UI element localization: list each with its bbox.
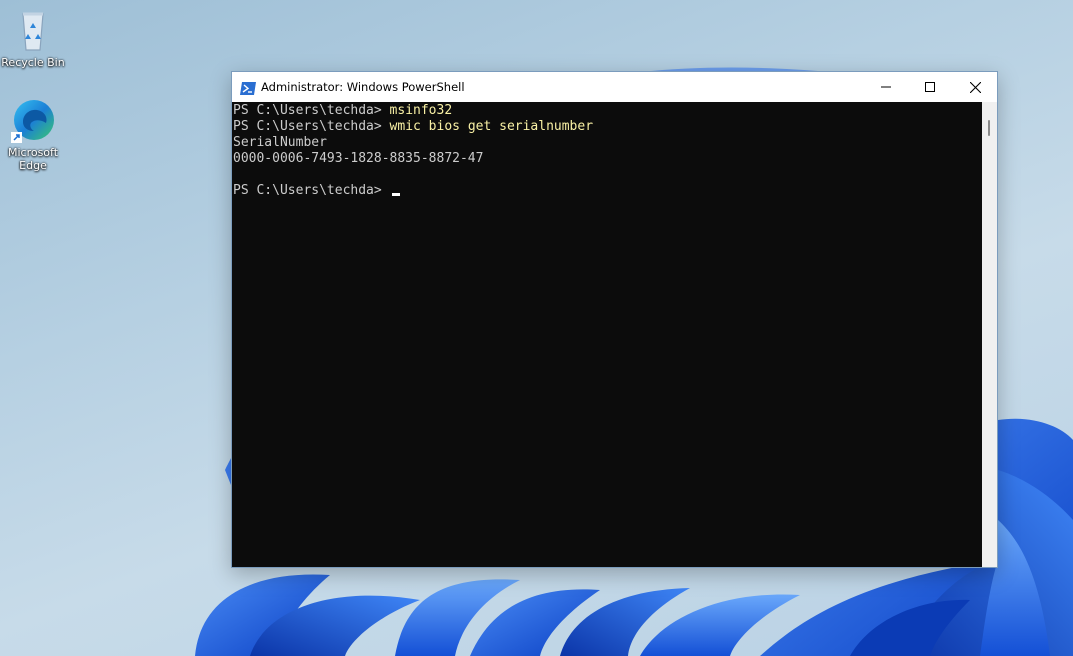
- desktop-icon-label: Recycle Bin: [1, 56, 65, 69]
- minimize-button[interactable]: [863, 72, 909, 102]
- console-line: PS C:\Users\techda> wmic bios get serial…: [233, 119, 593, 135]
- close-button[interactable]: [952, 72, 998, 102]
- console-line: 0000-0006-7493-1828-8835-8872-47: [233, 151, 484, 166]
- title-bar[interactable]: Administrator: Windows PowerShell: [232, 72, 997, 102]
- recycle-bin-icon: [9, 6, 57, 54]
- close-icon: [969, 81, 981, 93]
- desktop-icon-label-line1: Microsoft: [7, 146, 59, 159]
- edge-icon: [9, 96, 57, 144]
- text-cursor: [391, 193, 400, 196]
- console-output: PS C:\Users\techda> msinfo32 PS C:\Users\…: [233, 103, 593, 199]
- desktop-icon-label-line2: Edge: [19, 159, 47, 172]
- console-command: wmic bios get serialnumber: [389, 119, 594, 134]
- window-title: Administrator: Windows PowerShell: [261, 80, 465, 94]
- minimize-icon: [881, 86, 891, 88]
- maximize-button[interactable]: [907, 72, 953, 102]
- console-line: PS C:\Users\techda>: [233, 183, 593, 199]
- console-line: PS C:\Users\techda> msinfo32: [233, 103, 593, 119]
- powershell-icon: [240, 80, 256, 95]
- maximize-icon: [925, 82, 935, 92]
- console-prompt: PS C:\Users\techda>: [233, 103, 390, 118]
- console-prompt: PS C:\Users\techda>: [233, 183, 390, 198]
- console-line: SerialNumber: [233, 135, 327, 150]
- desktop-icon-microsoft-edge[interactable]: Microsoft Edge: [0, 96, 68, 172]
- console-area[interactable]: PS C:\Users\techda> msinfo32 PS C:\Users\…: [232, 102, 982, 567]
- powershell-window[interactable]: Administrator: Windows PowerShell PS C:\…: [231, 71, 998, 568]
- desktop-icon-recycle-bin[interactable]: Recycle Bin: [0, 6, 68, 69]
- scrollbar-thumb[interactable]: [988, 120, 990, 136]
- vertical-scrollbar[interactable]: [982, 102, 997, 567]
- console-command: msinfo32: [389, 103, 453, 118]
- console-prompt: PS C:\Users\techda>: [233, 119, 390, 134]
